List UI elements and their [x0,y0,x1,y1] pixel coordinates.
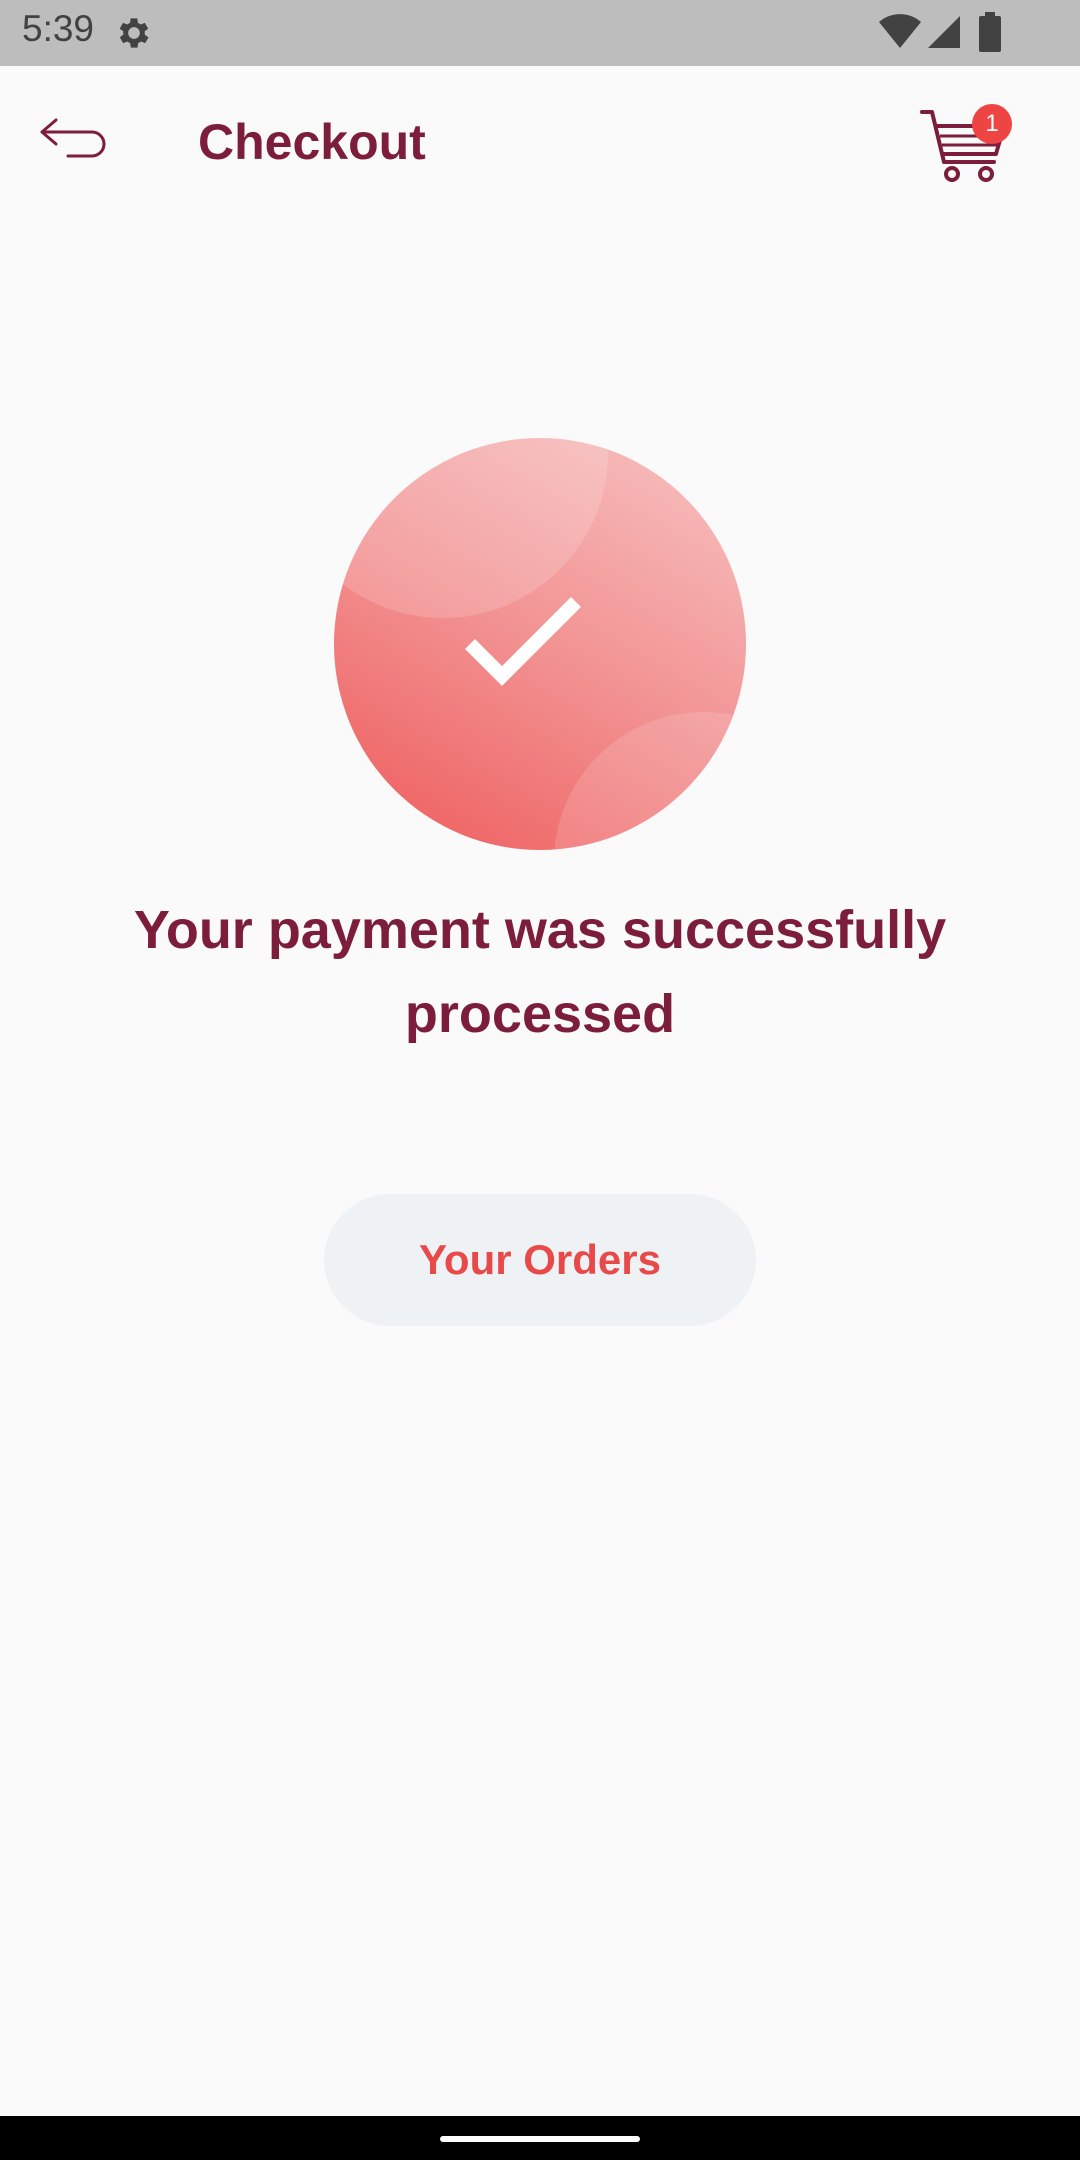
home-indicator[interactable] [440,2136,640,2142]
status-bar: 5:39 [0,0,1080,66]
page-title: Checkout [198,114,426,170]
success-illustration [334,438,746,850]
check-icon [465,597,581,686]
battery-icon [979,12,1001,52]
status-time: 5:39 [22,8,95,49]
gear-icon [119,18,149,48]
your-orders-button[interactable]: Your Orders [324,1194,756,1326]
back-arrow-icon [40,118,106,158]
signal-icon [928,16,960,48]
wifi-icon [879,14,921,48]
back-button[interactable] [36,110,116,174]
success-message: Your payment was successfully processed [133,900,947,1044]
cart-badge: 1 [972,104,1012,144]
